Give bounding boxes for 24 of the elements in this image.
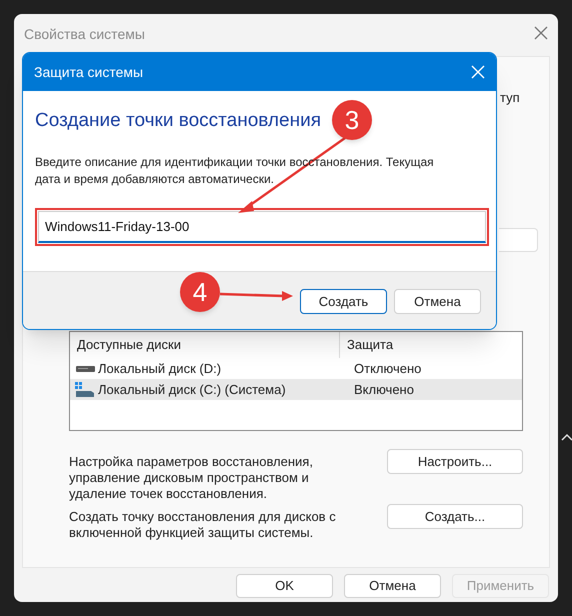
footer-button[interactable]: OK: [236, 574, 333, 598]
button-edge: [499, 228, 538, 252]
footer-button[interactable]: Отмена: [344, 574, 441, 598]
description-text: Создать точку восстановления для дисков с включенной функцией защиты системы.: [69, 509, 337, 541]
protection-status: Включено: [353, 380, 414, 399]
description-text: Настройка параметров восстановления, управление дисковым пространством и удаление точек восстановления.: [69, 454, 314, 502]
dialog-heading: Создание точки восстановления: [35, 109, 321, 133]
dialog-title: Защита системы: [34, 62, 144, 82]
action-button[interactable]: Создать...: [387, 504, 523, 529]
drive-name: Локальный диск (C:) (Система): [98, 380, 287, 399]
column-header: туп: [500, 89, 520, 107]
input-field[interactable]: Windows11-Friday-13-00: [35, 208, 489, 246]
action-button[interactable]: Настроить...: [387, 449, 523, 474]
column-header[interactable]: Доступные диски: [70, 332, 340, 358]
window-title: Свойства системы: [24, 25, 145, 44]
drive-name: Локальный диск (D:): [98, 360, 222, 378]
protection-status: Отключено: [353, 360, 422, 378]
list-row[interactable]: Локальный диск (C:) (Система) Включено: [70, 379, 522, 400]
dialog-button[interactable]: Отмена: [394, 289, 481, 314]
chevron-icon: [561, 434, 572, 441]
close-icon[interactable]: [534, 26, 548, 40]
column-header[interactable]: Защита: [340, 332, 394, 358]
list-row[interactable]: Локальный диск (D:) Отключено: [70, 358, 522, 379]
dialog-button[interactable]: Создать: [300, 289, 387, 314]
